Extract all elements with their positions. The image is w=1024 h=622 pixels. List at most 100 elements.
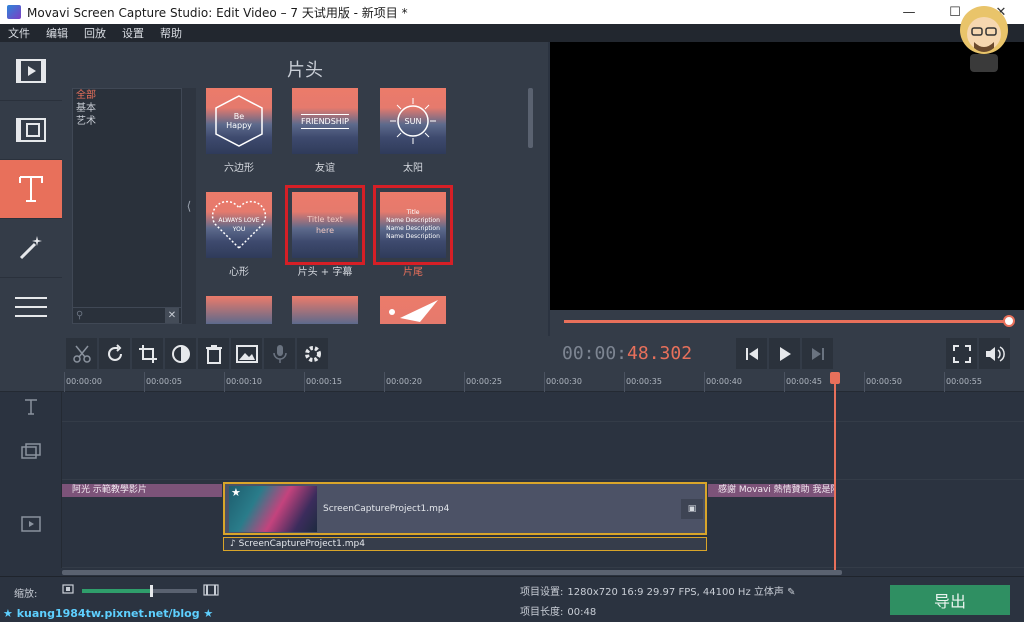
project-info: 项目设置: 1280x720 16:9 29.97 FPS, 44100 Hz 立… (520, 583, 795, 622)
zoom-label: 缩放: (14, 589, 38, 600)
left-nav (0, 42, 62, 342)
clip-properties-button[interactable] (231, 338, 262, 369)
overlay-track[interactable] (62, 422, 1024, 480)
category-all[interactable]: 全部 (73, 89, 181, 102)
timeline-scrollbar[interactable] (62, 570, 842, 575)
track-head-text (0, 392, 62, 422)
title-tile-credits[interactable]: Title Name Description Name Description … (373, 185, 453, 278)
tile-label: 太阳 (403, 163, 423, 174)
record-voice-button[interactable] (264, 338, 295, 369)
category-art[interactable]: 艺术 (73, 115, 181, 128)
video-clip[interactable]: ★ ScreenCaptureProject1.mp4 ▣ (223, 482, 707, 535)
zoom-slider-handle[interactable] (150, 585, 153, 597)
menu-playback[interactable]: 回放 (76, 25, 114, 41)
music-note-icon: ♪ (230, 539, 236, 549)
title-library-panel: 片头 全部 基本 艺术 ⚲ ✕ ⟨ Be Happy 六边形 FRIENDSHI… (62, 42, 548, 336)
ruler-tick: 00:00:15 (304, 372, 342, 392)
zoom-in-icon[interactable] (203, 584, 219, 596)
title-tile-sun[interactable]: SUN 太阳 (380, 88, 446, 174)
tile-preview-text: FRIENDSHIP (301, 113, 349, 129)
tile-preview-text: ALWAYS LOVE YOU (218, 217, 260, 233)
fullscreen-button[interactable] (946, 338, 977, 369)
gear-icon (304, 345, 321, 362)
category-search[interactable]: ⚲ ✕ (73, 307, 181, 323)
title-tile-partial[interactable] (380, 296, 446, 324)
project-settings-value: 1280x720 16:9 29.97 FPS, 44100 Hz 立体声 (567, 587, 784, 598)
menu-help[interactable]: 帮助 (152, 25, 190, 41)
tile-label: 片头 + 字幕 (297, 267, 353, 278)
nav-titles[interactable] (0, 160, 62, 219)
category-basic[interactable]: 基本 (73, 102, 181, 115)
transition-icon[interactable]: ▣ (681, 499, 703, 519)
menu-edit[interactable]: 编辑 (38, 25, 76, 41)
timeline-playhead[interactable] (830, 372, 840, 572)
title-tile-heart[interactable]: ALWAYS LOVE YOU 心形 (206, 192, 272, 278)
zoom-slider[interactable] (82, 585, 197, 597)
crop-button[interactable] (132, 338, 163, 369)
ruler-tick: 00:00:40 (704, 372, 742, 392)
export-button[interactable]: 导出 (890, 585, 1010, 615)
blog-watermark: ★ kuang1984tw.pixnet.net/blog ★ (3, 607, 214, 620)
collapse-panel-button[interactable]: ⟨ (182, 88, 196, 324)
title-tile-title-and-subtitle[interactable]: Title text here 片头 + 字幕 (285, 185, 365, 278)
zoom-slider-fill (82, 589, 151, 593)
track-head-overlay (0, 422, 62, 480)
track-head-video (0, 480, 62, 568)
nav-import-media[interactable] (0, 42, 62, 101)
menu-file[interactable]: 文件 (0, 25, 38, 41)
hamburger-icon (15, 297, 47, 317)
edit-pencil-icon[interactable]: ✎ (787, 587, 795, 598)
ruler-tick: 00:00:05 (144, 372, 182, 392)
clip-thumbnail (229, 486, 317, 532)
title-tile-partial[interactable] (206, 296, 272, 324)
minimize-button[interactable]: — (886, 0, 932, 24)
zoom-out-icon[interactable] (62, 584, 74, 594)
timecode-seconds: 48.302 (627, 343, 693, 364)
title-tile-partial[interactable] (292, 296, 358, 324)
nav-more-menu[interactable] (0, 278, 62, 337)
nav-transitions[interactable] (0, 101, 62, 160)
play-button[interactable] (769, 338, 800, 369)
category-list: 全部 基本 艺术 ⚲ ✕ (72, 88, 182, 324)
volume-button[interactable] (979, 338, 1010, 369)
star-icon: ★ (231, 486, 241, 499)
title-tile-hexagon[interactable]: Be Happy 六边形 (206, 88, 272, 174)
previous-frame-button[interactable] (736, 338, 767, 369)
search-clear-button[interactable]: ✕ (165, 308, 179, 323)
project-length-value: 00:48 (567, 607, 597, 618)
title-clip-intro[interactable]: 阿光 示範教學影片 (62, 484, 222, 497)
menu-bar: 文件 编辑 回放 设置 帮助 (0, 24, 1024, 42)
settings-button[interactable] (297, 338, 328, 369)
window-title: Movavi Screen Capture Studio: Edit Video… (27, 5, 408, 20)
ruler-tick: 00:00:45 (784, 372, 822, 392)
ruler-tick: 00:00:20 (384, 372, 422, 392)
title-clip-outro[interactable]: 感謝 Movavi 熱情贊助 我是阿 (708, 484, 834, 497)
text-track[interactable] (62, 392, 1024, 422)
delete-button[interactable] (198, 338, 229, 369)
preview-scrubber[interactable] (550, 310, 1024, 336)
rotate-button[interactable] (99, 338, 130, 369)
crop-icon (138, 344, 157, 363)
nav-filters[interactable] (0, 219, 62, 278)
text-t-icon (24, 399, 37, 415)
audio-clip[interactable]: ♪ ScreenCaptureProject1.mp4 (223, 537, 707, 551)
library-scrollbar[interactable] (528, 88, 533, 148)
ruler-tick: 00:00:55 (944, 372, 982, 392)
timecode-prefix: 00:00: (562, 343, 628, 364)
magic-wand-icon (19, 236, 42, 260)
scrub-track[interactable] (564, 320, 1006, 323)
next-frame-button[interactable] (802, 338, 833, 369)
fullscreen-icon (952, 344, 971, 363)
cut-button[interactable] (66, 338, 97, 369)
color-adjust-button[interactable] (165, 338, 196, 369)
clip-filename: ScreenCaptureProject1.mp4 (323, 504, 450, 514)
video-preview[interactable] (550, 42, 1024, 310)
timeline-ruler[interactable]: 00:00:00 00:00:05 00:00:10 00:00:15 00:0… (0, 372, 1024, 392)
tile-preview-text: Title Name Description Name Description … (386, 209, 440, 240)
scrub-handle[interactable] (1003, 315, 1015, 327)
image-icon (235, 344, 258, 363)
rotate-icon (107, 343, 122, 361)
title-tile-friendship[interactable]: FRIENDSHIP 友谊 (292, 88, 358, 174)
menu-settings[interactable]: 设置 (114, 25, 152, 41)
timeline[interactable]: 00:00:00 00:00:05 00:00:10 00:00:15 00:0… (0, 372, 1024, 576)
